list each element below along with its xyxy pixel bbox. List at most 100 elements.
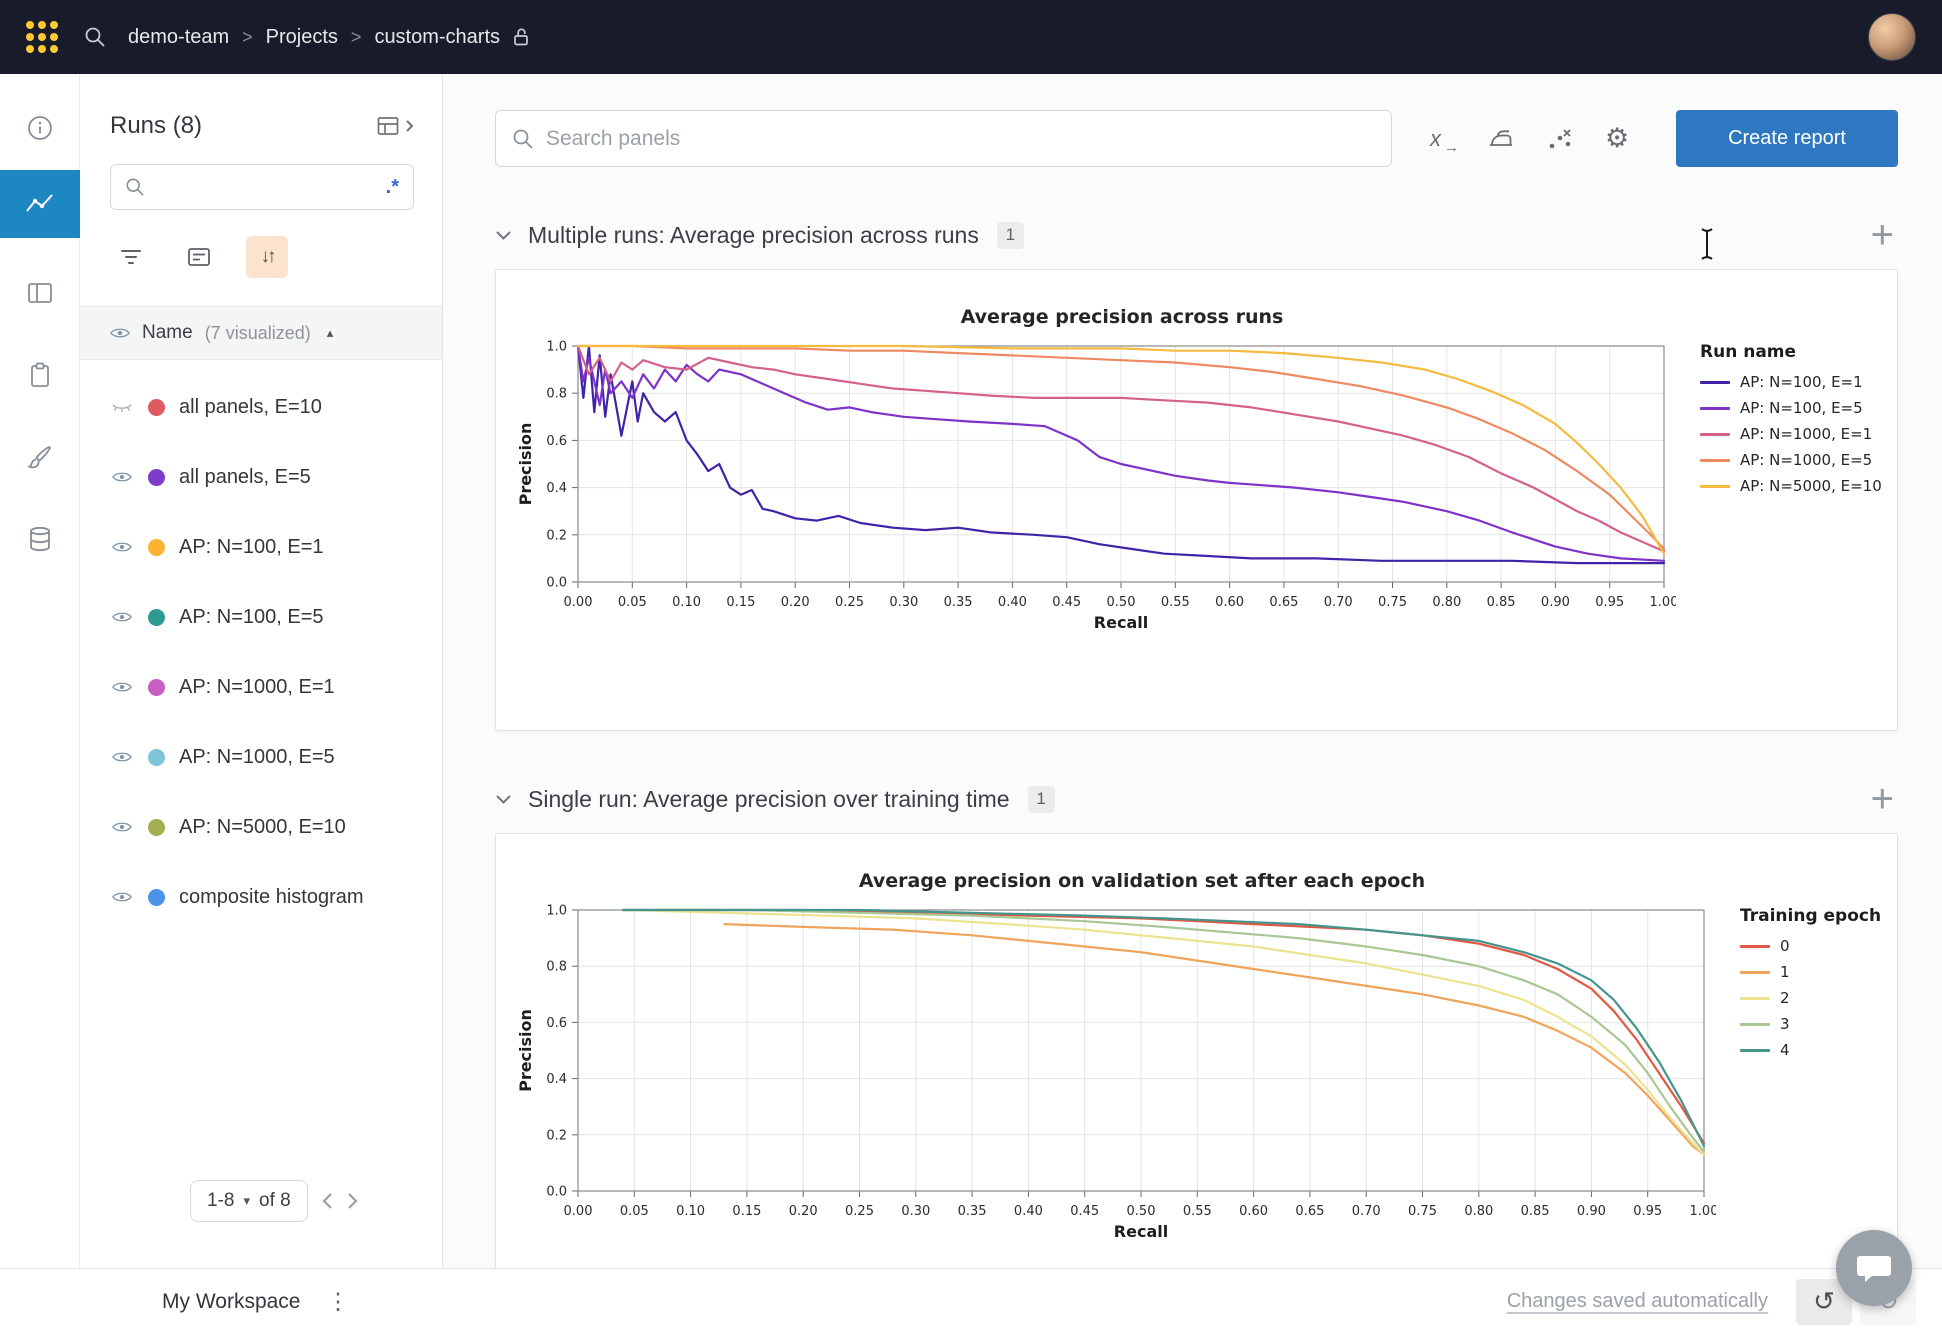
svg-text:0.8: 0.8 <box>546 387 567 402</box>
breadcrumb-separator: > <box>242 27 253 48</box>
regex-toggle[interactable]: .* <box>386 176 399 199</box>
eye-visible-icon[interactable] <box>110 820 134 834</box>
svg-text:1.0: 1.0 <box>546 904 567 919</box>
svg-text:0.40: 0.40 <box>998 595 1027 610</box>
run-row[interactable]: AP: N=100, E=1 <box>80 512 442 582</box>
wandb-logo[interactable] <box>26 21 58 53</box>
panel-bank-icon[interactable] <box>377 116 414 136</box>
eye-visible-icon[interactable] <box>110 680 134 694</box>
settings-gear-icon[interactable]: ⚙ <box>1605 125 1629 152</box>
panel-search-input[interactable] <box>546 127 1375 151</box>
eye-hidden-icon[interactable] <box>110 400 134 415</box>
runs-column-header[interactable]: Name (7 visualized) ▴ <box>80 306 442 360</box>
run-color-dot <box>148 469 165 486</box>
eye-visible-icon[interactable] <box>110 540 134 554</box>
chart-title: Average precision across runs <box>516 296 1676 338</box>
chevron-down-icon[interactable] <box>495 794 512 805</box>
left-icon-rail <box>0 74 80 1268</box>
info-icon[interactable] <box>0 98 80 158</box>
run-name: AP: N=1000, E=1 <box>179 676 335 699</box>
runs-list: all panels, E=10all panels, E=5AP: N=100… <box>80 372 442 932</box>
page-range: 1-8 <box>207 1190 234 1212</box>
legend-line-swatch <box>1740 1023 1770 1026</box>
svg-text:0.50: 0.50 <box>1127 1204 1156 1219</box>
chart-panel-average-precision-per-epoch[interactable]: Average precision on validation set afte… <box>495 833 1898 1268</box>
chart-panel-average-precision-across-runs[interactable]: Average precision across runs 0.000.050.… <box>495 269 1898 731</box>
eye-visible-icon[interactable] <box>110 750 134 764</box>
support-chat-button[interactable] <box>1836 1230 1912 1306</box>
sort-icon[interactable]: ↓↑ <box>246 236 288 278</box>
legend-item: 3 <box>1740 1015 1881 1033</box>
run-row[interactable]: all panels, E=5 <box>80 442 442 512</box>
runs-pagination: 1-8 ▾ of 8 <box>190 1180 358 1222</box>
chevron-down-icon[interactable] <box>495 230 512 241</box>
svg-text:0.15: 0.15 <box>726 595 755 610</box>
charts-workspace-icon[interactable] <box>0 170 80 238</box>
svg-text:Recall: Recall <box>1094 613 1148 632</box>
breadcrumb-team[interactable]: demo-team <box>128 26 229 49</box>
smoothing-iron-icon[interactable] <box>1487 128 1515 150</box>
pr-curves-chart: 0.000.050.100.150.200.250.300.350.400.45… <box>516 338 1676 638</box>
create-report-button[interactable]: Create report <box>1676 110 1898 167</box>
run-color-dot <box>148 539 165 556</box>
svg-text:1.0: 1.0 <box>546 340 567 355</box>
add-panel-icon[interactable]: + <box>1871 215 1894 255</box>
breadcrumb-projects[interactable]: Projects <box>266 26 338 49</box>
search-icon[interactable] <box>84 26 106 48</box>
brush-icon[interactable] <box>0 427 80 487</box>
legend-label: 4 <box>1780 1041 1790 1059</box>
run-color-dot <box>148 819 165 836</box>
run-row[interactable]: AP: N=1000, E=1 <box>80 652 442 722</box>
filter-icon[interactable] <box>110 236 152 278</box>
run-color-dot <box>148 749 165 766</box>
prev-page-button[interactable] <box>322 1192 333 1210</box>
runs-search-input[interactable] <box>155 176 376 198</box>
run-row[interactable]: AP: N=1000, E=5 <box>80 722 442 792</box>
legend-line-swatch <box>1700 485 1730 488</box>
workspace-menu-kebab-icon[interactable]: ⋮ <box>326 1288 349 1315</box>
svg-text:0.20: 0.20 <box>789 1204 818 1219</box>
eye-icon[interactable] <box>110 326 130 340</box>
svg-text:0.30: 0.30 <box>889 595 918 610</box>
eye-visible-icon[interactable] <box>110 470 134 484</box>
legend-label: 3 <box>1780 1015 1790 1033</box>
x-axis-settings-icon[interactable]: x→ <box>1430 126 1455 152</box>
svg-text:0.45: 0.45 <box>1052 595 1081 610</box>
svg-text:0.25: 0.25 <box>835 595 864 610</box>
panels-icon[interactable] <box>0 263 80 323</box>
run-row[interactable]: all panels, E=10 <box>80 372 442 442</box>
legend-item: 0 <box>1740 937 1881 955</box>
clipboard-icon[interactable] <box>0 345 80 405</box>
breadcrumb: demo-team > Projects > custom-charts <box>128 26 530 49</box>
svg-text:0.40: 0.40 <box>1014 1204 1043 1219</box>
svg-text:0.60: 0.60 <box>1215 595 1244 610</box>
svg-text:0.10: 0.10 <box>672 595 701 610</box>
panel-count-badge: 1 <box>997 222 1024 249</box>
outliers-icon[interactable] <box>1547 127 1573 151</box>
run-row[interactable]: AP: N=100, E=5 <box>80 582 442 652</box>
workspace-main: x→ ⚙ Create report Multiple runs: Averag… <box>443 74 1942 1268</box>
eye-visible-icon[interactable] <box>110 890 134 904</box>
legend-line-swatch <box>1700 381 1730 384</box>
svg-text:0.6: 0.6 <box>546 434 567 449</box>
next-page-button[interactable] <box>347 1192 358 1210</box>
page-size-selector[interactable]: 1-8 ▾ of 8 <box>190 1180 308 1222</box>
epoch-pr-curves-chart: 0.000.050.100.150.200.250.300.350.400.45… <box>516 902 1716 1247</box>
add-panel-icon[interactable]: + <box>1871 779 1894 819</box>
eye-visible-icon[interactable] <box>110 610 134 624</box>
svg-text:0.4: 0.4 <box>546 1072 567 1087</box>
breadcrumb-project-name[interactable]: custom-charts <box>374 26 500 49</box>
section-header-multiple-runs: Multiple runs: Average precision across … <box>495 213 1898 257</box>
search-icon <box>512 128 534 150</box>
svg-text:0.35: 0.35 <box>944 595 973 610</box>
database-icon[interactable] <box>0 509 80 569</box>
avatar[interactable] <box>1868 13 1916 61</box>
svg-text:1.00: 1.00 <box>1650 595 1676 610</box>
svg-text:0.00: 0.00 <box>564 595 593 610</box>
run-color-dot <box>148 399 165 416</box>
run-name: AP: N=5000, E=10 <box>179 816 346 839</box>
run-row[interactable]: AP: N=5000, E=10 <box>80 792 442 862</box>
group-icon[interactable] <box>178 236 220 278</box>
svg-text:0.75: 0.75 <box>1408 1204 1437 1219</box>
run-row[interactable]: composite histogram <box>80 862 442 932</box>
